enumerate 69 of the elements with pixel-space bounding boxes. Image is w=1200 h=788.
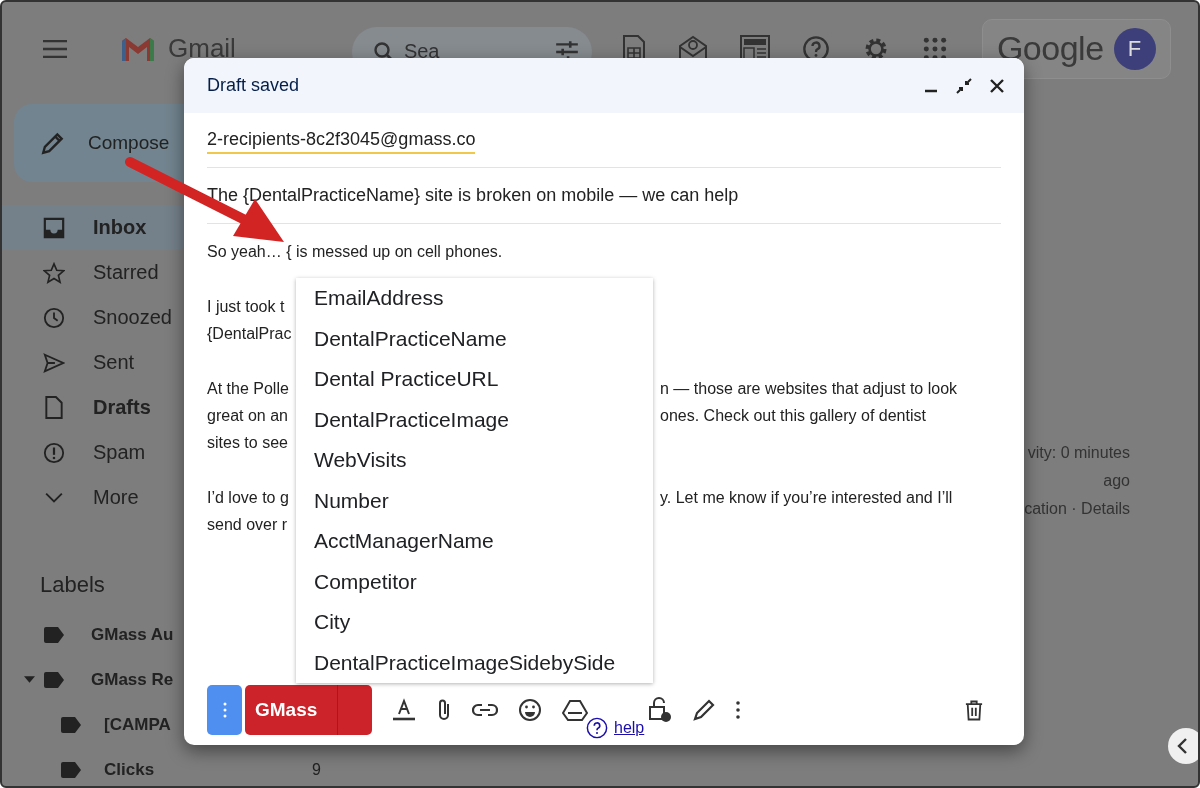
label-tag-icon	[43, 671, 65, 688]
nav-item[interactable]: Drafts	[2, 385, 197, 430]
file-icon	[43, 396, 65, 419]
body-text: At the Polle	[207, 379, 289, 399]
clock-icon	[43, 306, 65, 329]
body-text: So yeah… { is messed up on cell phones.	[207, 242, 503, 262]
nav-item[interactable]: Spam	[2, 430, 197, 475]
nav-item[interactable]: More	[2, 475, 197, 520]
label-tag-icon	[60, 761, 82, 778]
autocomplete-item[interactable]: AcctManagerName	[314, 521, 653, 562]
pencil-icon	[40, 130, 66, 156]
exit-fullscreen-icon[interactable]	[956, 77, 972, 94]
activity-text: ago	[1103, 471, 1130, 491]
brand-name: Google	[996, 29, 1104, 68]
alert-icon	[43, 441, 65, 464]
dialog-title: Draft saved	[207, 75, 300, 96]
body-text: great on an	[207, 406, 288, 426]
label-item[interactable]: GMass Re	[2, 657, 182, 702]
label-item[interactable]: GMass Au	[2, 612, 182, 657]
close-icon[interactable]	[990, 78, 1004, 93]
body-text: n — those are websites that adjust to look	[660, 379, 959, 399]
body-text: I just took t	[207, 297, 285, 317]
nav-item[interactable]: Starred	[2, 250, 197, 295]
nav-item[interactable]: Snoozed	[2, 295, 197, 340]
gmass-send-button[interactable]: GMass	[245, 685, 338, 735]
label-tag-icon	[43, 626, 65, 643]
body-text: sites to see	[207, 433, 288, 453]
account-avatar[interactable]: F	[1113, 27, 1156, 70]
caret-icon[interactable]	[24, 674, 35, 685]
chevron-down-icon	[43, 492, 65, 503]
inbox-icon	[43, 216, 65, 239]
label-item[interactable]: [CAMPA	[2, 702, 182, 747]
send-options-button[interactable]	[337, 685, 373, 735]
lock-clock-icon[interactable]	[648, 697, 673, 723]
label-tag-icon	[60, 716, 82, 733]
emoji-icon[interactable]	[518, 698, 543, 722]
nav-item[interactable]: Sent	[2, 340, 197, 385]
menu-icon[interactable]	[42, 39, 68, 58]
labels-heading: Labels	[40, 572, 106, 599]
more-options-icon[interactable]	[736, 701, 741, 719]
app-name: Gmail	[168, 33, 236, 64]
body-text: {DentalPrac	[207, 324, 292, 344]
vertical-dots-icon	[222, 702, 227, 718]
body-text: I’d love to g	[207, 488, 289, 508]
autocomplete-item[interactable]: Number	[314, 480, 653, 521]
autocomplete-item[interactable]: Dental PracticeURL	[314, 359, 653, 400]
star-icon	[43, 261, 65, 284]
trash-icon[interactable]	[965, 699, 983, 721]
autocomplete-item[interactable]: WebVisits	[314, 440, 653, 481]
pen-icon[interactable]	[692, 698, 717, 722]
text-format-icon[interactable]	[392, 698, 417, 722]
activity-text: vity: 0 minutes	[1027, 443, 1130, 463]
autocomplete-item[interactable]: Competitor	[314, 561, 653, 602]
body-text: y. Let me know if you’re interested and I’ll	[660, 488, 954, 508]
label-count: 9	[312, 760, 321, 779]
autocomplete-item[interactable]: City	[314, 602, 653, 643]
autocomplete-item[interactable]: EmailAddress	[314, 278, 653, 319]
help-link[interactable]: help	[614, 719, 645, 737]
body-text: send over r	[207, 515, 288, 535]
send-icon	[43, 351, 65, 374]
recipient-chip[interactable]: 2-recipients-8c2f3045@gmass.co	[207, 128, 476, 154]
autocomplete-item[interactable]: DentalPracticeName	[314, 318, 653, 359]
autocomplete-item[interactable]: DentalPracticeImageSidebySide	[314, 642, 653, 683]
help-icon[interactable]	[586, 717, 608, 739]
autocomplete-item[interactable]: DentalPracticeImage	[314, 399, 653, 440]
account-panel[interactable]: Google F	[981, 18, 1171, 79]
activity-text: cation · Details	[1024, 499, 1130, 519]
link-icon[interactable]	[472, 702, 499, 718]
body-text: ones. Check out this gallery of dentist	[660, 406, 927, 426]
